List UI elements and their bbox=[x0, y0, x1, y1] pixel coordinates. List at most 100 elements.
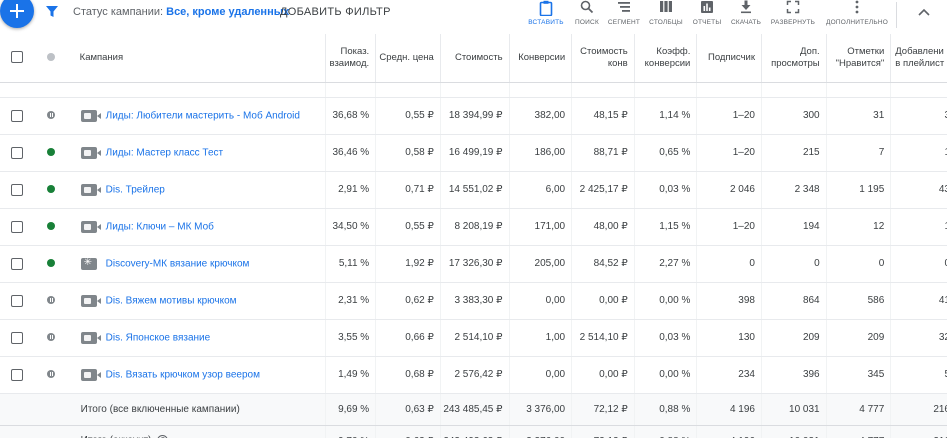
cell-avg-cpv: 0,62 ₽ bbox=[375, 282, 441, 320]
row-checkbox-cell[interactable] bbox=[0, 282, 35, 320]
filter-chip[interactable]: Статус кампании: Все, кроме удаленных bbox=[73, 6, 289, 18]
campaign-link[interactable]: Лиды: Любители мастерить - Моб Android bbox=[106, 110, 300, 121]
row-checkbox-cell[interactable] bbox=[0, 208, 35, 246]
row-checkbox[interactable] bbox=[11, 220, 24, 233]
status-paused-icon[interactable] bbox=[47, 333, 56, 342]
cell-likes: 0 bbox=[826, 245, 892, 283]
campaign-cell[interactable]: Dis. Вязать крючком узор веером bbox=[68, 356, 326, 394]
table-row[interactable]: Лиды: Ключи – МК Моб 34,50 % 0,55 ₽8 208,1… bbox=[0, 208, 947, 246]
header-likes[interactable]: Отметки "Нравится" bbox=[826, 34, 892, 83]
campaign-link[interactable]: Dis. Трейлер bbox=[106, 184, 165, 195]
row-checkbox[interactable] bbox=[11, 183, 24, 196]
header-cost-per-conv[interactable]: Стоимость конв bbox=[571, 34, 635, 83]
status-active-icon[interactable] bbox=[47, 148, 56, 157]
more-label: дополнительно bbox=[826, 19, 888, 26]
campaign-link[interactable]: Лиды: Ключи – МК Моб bbox=[106, 221, 214, 232]
cell-views: 396 bbox=[761, 356, 827, 394]
row-checkbox[interactable] bbox=[11, 257, 24, 270]
download-button[interactable]: скачать bbox=[729, 0, 763, 30]
campaign-cell[interactable]: Dis. Японское вязание bbox=[68, 319, 326, 357]
discovery-icon bbox=[80, 257, 97, 270]
campaign-link[interactable]: Dis. Вязать крючком узор веером bbox=[106, 369, 260, 380]
table-row[interactable]: Dis. Японское вязание 3,55 % 0,66 ₽2 514,1… bbox=[0, 319, 947, 357]
cell-likes: 7 bbox=[826, 134, 892, 172]
fullscreen-button[interactable]: развернуть bbox=[770, 0, 816, 30]
row-checkbox-cell[interactable] bbox=[0, 97, 35, 135]
row-checkbox-cell[interactable] bbox=[0, 171, 35, 209]
campaign-link[interactable]: Dis. Японское вязание bbox=[106, 332, 211, 343]
campaign-cell[interactable]: Лиды: Ключи – МК Моб bbox=[68, 208, 326, 246]
status-paused-icon[interactable] bbox=[47, 296, 56, 305]
row-checkbox[interactable] bbox=[11, 368, 24, 381]
row-checkbox-cell[interactable] bbox=[0, 356, 35, 394]
header-impressions[interactable]: Показ. взаимод. bbox=[325, 34, 377, 83]
table-row[interactable]: Discovery-МК вязание крючком 5,11 %1,92 ₽… bbox=[0, 245, 947, 283]
table-row[interactable]: Dis. Вязать крючком узор веером 1,49 % 0,6… bbox=[0, 356, 947, 394]
status-cell[interactable] bbox=[34, 319, 69, 357]
status-active-icon[interactable] bbox=[47, 185, 56, 194]
campaign-cell[interactable]: Лиды: Любители мастерить - Моб Android bbox=[68, 97, 326, 135]
header-views[interactable]: Доп. просмотры bbox=[761, 34, 827, 83]
total-likes: 4 777 bbox=[826, 393, 892, 426]
segment-button[interactable]: сегмент bbox=[606, 0, 642, 30]
status-cell[interactable] bbox=[34, 245, 69, 283]
table-row[interactable]: Dis. Вяжем мотивы крючком 2,31 % 0,62 ₽3 3… bbox=[0, 282, 947, 320]
row-checkbox-cell[interactable] bbox=[0, 134, 35, 172]
row-checkbox-cell[interactable] bbox=[0, 319, 35, 357]
search-button[interactable]: поиск bbox=[572, 0, 602, 30]
status-cell[interactable] bbox=[34, 356, 69, 394]
header-conversions[interactable]: Конверсии bbox=[509, 34, 573, 83]
header-subscribers[interactable]: Подписчик bbox=[696, 34, 762, 83]
cell-cost: 3 383,30 ₽ bbox=[440, 282, 510, 320]
status-cell[interactable] bbox=[34, 282, 69, 320]
columns-button[interactable]: столбцы bbox=[647, 0, 685, 30]
select-all-checkbox[interactable] bbox=[0, 34, 35, 83]
campaign-cell[interactable]: Dis. Вяжем мотивы крючком bbox=[68, 282, 326, 320]
campaign-link[interactable]: Discovery-МК вязание крючком bbox=[106, 258, 250, 269]
reports-button[interactable]: отчеты bbox=[690, 0, 724, 30]
header-avg-cpv[interactable]: Средн. цена bbox=[375, 34, 441, 83]
status-paused-icon[interactable] bbox=[47, 111, 56, 120]
row-checkbox[interactable] bbox=[11, 294, 24, 307]
status-active-icon[interactable] bbox=[47, 259, 56, 268]
cell-conversions: 382,00 bbox=[509, 97, 573, 135]
totals-label: Итого (все включенные кампании) bbox=[80, 403, 240, 415]
campaign-cell[interactable]: Discovery-МК вязание крючком bbox=[68, 245, 326, 283]
status-cell[interactable] bbox=[34, 97, 69, 135]
campaign-cell[interactable]: Лиды: Мастер класс Тест bbox=[68, 134, 326, 172]
download-label: скачать bbox=[730, 19, 762, 26]
header-cost[interactable]: Стоимость bbox=[440, 34, 510, 83]
more-button[interactable]: дополнительно bbox=[826, 0, 888, 30]
table-row[interactable]: Лиды: Мастер класс Тест 36,46 % 0,58 ₽16 4… bbox=[0, 134, 947, 172]
cell-cost: 2 576,42 ₽ bbox=[440, 356, 510, 394]
row-checkbox-cell[interactable] bbox=[0, 245, 35, 283]
status-paused-icon[interactable] bbox=[47, 370, 56, 379]
video-icon bbox=[80, 183, 101, 196]
filter-icon[interactable] bbox=[45, 5, 59, 19]
header-playlist[interactable]: Добавлени в плейлист bbox=[890, 34, 947, 83]
table-row[interactable]: Dis. Трейлер 2,91 % 0,71 ₽14 551,02 ₽6,00 2… bbox=[0, 171, 947, 209]
campaign-cell[interactable]: Dis. Трейлер bbox=[68, 171, 326, 209]
chevron-up-icon[interactable] bbox=[915, 4, 933, 22]
status-cell[interactable] bbox=[34, 134, 69, 172]
video-icon bbox=[80, 109, 101, 122]
paste-button[interactable]: вставить bbox=[528, 0, 564, 30]
checkbox[interactable] bbox=[11, 51, 24, 64]
table-row[interactable]: Лиды: Любители мастерить - Моб Android 36… bbox=[0, 97, 947, 135]
video-icon bbox=[80, 220, 101, 233]
header-conv-rate[interactable]: Коэфф. конверсии bbox=[634, 34, 698, 83]
expand-toggle[interactable] bbox=[34, 425, 69, 438]
cell-cost: 8 208,19 ₽ bbox=[440, 208, 510, 246]
row-checkbox[interactable] bbox=[11, 146, 24, 159]
add-campaign-button[interactable] bbox=[0, 0, 34, 28]
header-campaign[interactable]: Кампания bbox=[68, 34, 326, 83]
row-checkbox[interactable] bbox=[11, 109, 24, 122]
status-cell[interactable] bbox=[34, 208, 69, 246]
row-checkbox[interactable] bbox=[11, 331, 24, 344]
campaign-link[interactable]: Dis. Вяжем мотивы крючком bbox=[106, 295, 237, 306]
status-cell[interactable] bbox=[34, 171, 69, 209]
chevron-down-icon[interactable] bbox=[45, 433, 58, 438]
campaign-link[interactable]: Лиды: Мастер класс Тест bbox=[106, 147, 223, 158]
add-filter-button[interactable]: ДОБАВИТЬ ФИЛЬТР bbox=[280, 6, 391, 18]
status-active-icon[interactable] bbox=[47, 222, 56, 231]
